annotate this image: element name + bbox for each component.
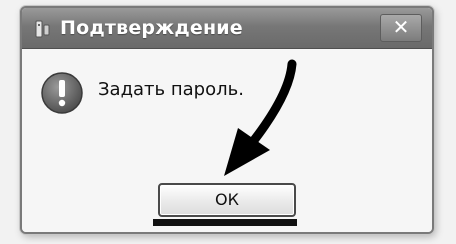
highlight-underline — [153, 219, 297, 226]
message-text: Задать пароль. — [98, 79, 244, 100]
key-icon — [35, 20, 50, 38]
ok-button[interactable]: ОК — [158, 183, 296, 217]
dialog-content: Задать пароль. ОК — [22, 49, 432, 232]
confirmation-dialog: Подтверждение ✕ Задать пароль. ОК — [20, 6, 434, 234]
exclamation-icon — [41, 72, 83, 114]
dialog-title: Подтверждение — [60, 17, 243, 39]
dialog-titlebar: Подтверждение ✕ — [22, 8, 432, 49]
close-button[interactable]: ✕ — [380, 14, 422, 42]
